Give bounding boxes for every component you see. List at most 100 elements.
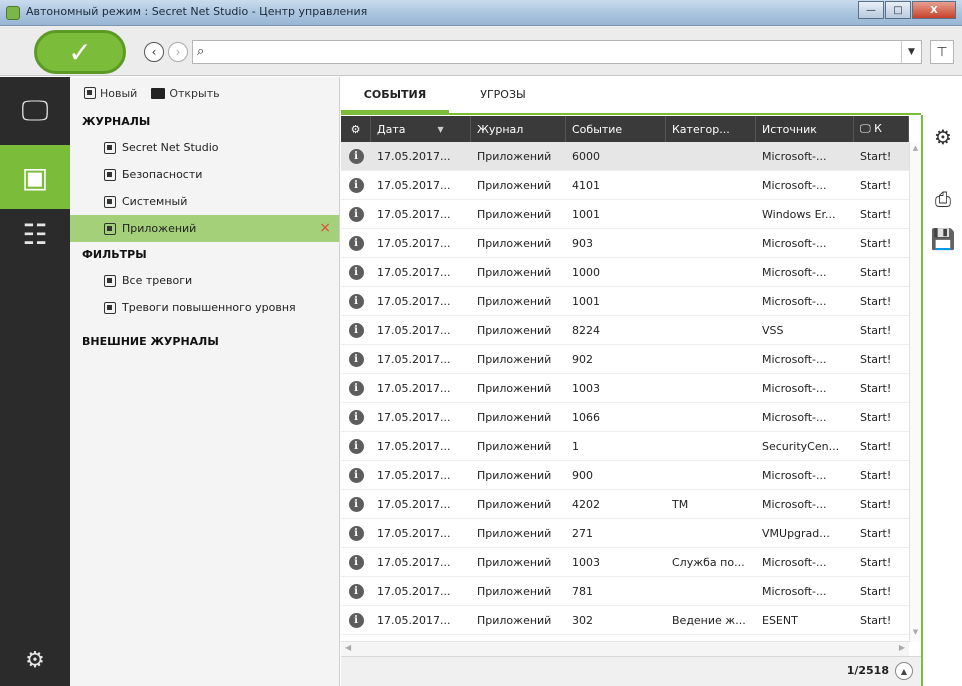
info-icon-cell: i: [341, 490, 371, 518]
minimize-button[interactable]: —: [858, 1, 884, 19]
column-header-computer[interactable]: 🖵 К: [854, 116, 909, 142]
app-icon: [6, 6, 20, 20]
column-header-category[interactable]: Категор...: [666, 116, 756, 142]
table-row[interactable]: i 17.05.2017... Приложений 902 Microsoft-...…: [341, 345, 909, 374]
search-input[interactable]: [215, 43, 895, 61]
tree-item-system[interactable]: Системный: [70, 188, 339, 215]
cell-source: VMUpgrad...: [762, 526, 830, 540]
info-icon: i: [348, 380, 364, 396]
cell-computer: Start!: [860, 352, 892, 366]
table-row[interactable]: i 17.05.2017... Приложений 1003 Microsoft-..…: [341, 374, 909, 403]
info-icon: i: [348, 467, 364, 483]
cell-category: [666, 200, 756, 228]
info-icon: i: [348, 293, 364, 309]
apply-button[interactable]: ✓: [34, 30, 126, 74]
column-header-source[interactable]: Источник: [756, 116, 854, 142]
journal-icon[interactable]: ▣: [0, 145, 70, 209]
info-icon-cell: i: [341, 519, 371, 547]
cell-event: 1: [572, 439, 579, 453]
chevron-down-icon[interactable]: ▼: [901, 41, 921, 63]
table-row[interactable]: i 17.05.2017... Приложений 900 Microsoft-...…: [341, 461, 909, 490]
table-row[interactable]: i 17.05.2017... Приложений 4101 Microsoft-..…: [341, 171, 909, 200]
cell-computer: Start!: [860, 323, 892, 337]
cell-date: 17.05.2017...: [377, 381, 451, 395]
close-button[interactable]: X: [912, 1, 956, 19]
cell-source: ESENT: [762, 613, 798, 627]
cell-journal: Приложений: [477, 468, 552, 482]
cell-journal: Приложений: [477, 323, 552, 337]
cell-category: [666, 142, 756, 170]
table-row[interactable]: i 17.05.2017... Приложений 1066 Microsoft-..…: [341, 403, 909, 432]
cell-computer: Start!: [860, 555, 892, 569]
scroll-right-icon[interactable]: ▶: [899, 643, 905, 652]
maximize-button[interactable]: □: [885, 1, 911, 19]
table-row[interactable]: i 17.05.2017... Приложений 1 SecurityCen... S…: [341, 432, 909, 461]
cell-source: Microsoft-...: [762, 294, 827, 308]
tree-item-high-alerts[interactable]: Тревоги повышенного уровня: [70, 294, 339, 321]
filter-button[interactable]: ⊤: [930, 40, 954, 64]
column-header-event[interactable]: Событие: [566, 116, 666, 142]
tree-item-label: Безопасности: [122, 168, 203, 181]
column-header-journal[interactable]: Журнал: [471, 116, 566, 142]
tree-item-applications[interactable]: Приложений ×: [70, 215, 339, 242]
table-row[interactable]: i 17.05.2017... Приложений 271 VMUpgrad... St…: [341, 519, 909, 548]
info-icon-cell: i: [341, 374, 371, 402]
table-row[interactable]: i 17.05.2017... Приложений 8224 VSS Start!: [341, 316, 909, 345]
table-row[interactable]: i 17.05.2017... Приложений 1001 Windows Er..…: [341, 200, 909, 229]
cell-source: Microsoft-...: [762, 555, 827, 569]
external-journals-header[interactable]: ВНЕШНИЕ ЖУРНАЛЫ: [70, 329, 339, 354]
monitor-icon[interactable]: 🖵: [0, 77, 70, 145]
cell-category: Ведение ж...: [672, 613, 746, 627]
tree-item-all-alerts[interactable]: Все тревоги: [70, 267, 339, 294]
cell-journal: Приложений: [477, 149, 552, 163]
new-button[interactable]: Новый: [84, 87, 137, 100]
table-row[interactable]: i 17.05.2017... Приложений 903 Microsoft-...…: [341, 229, 909, 258]
tree-item-security[interactable]: Безопасности: [70, 161, 339, 188]
settings-icon[interactable]: ⚙: [929, 123, 957, 151]
cell-event: 1000: [572, 265, 600, 279]
forward-button[interactable]: ›: [168, 42, 188, 62]
scroll-left-icon[interactable]: ◀: [345, 643, 351, 652]
table-row[interactable]: i 17.05.2017... Приложений 6000 Microsoft-..…: [341, 142, 909, 171]
cell-date: 17.05.2017...: [377, 468, 451, 482]
status-bar: 1/2518 ▲: [341, 656, 921, 686]
scroll-up-icon[interactable]: ▲: [910, 144, 921, 156]
cell-event: 1003: [572, 381, 600, 395]
cell-computer: Start!: [860, 149, 892, 163]
cell-journal: Приложений: [477, 294, 552, 308]
table-row[interactable]: i 17.05.2017... Приложений 4202 TM Microsoft-…: [341, 490, 909, 519]
cell-category: [666, 229, 756, 257]
table-row[interactable]: i 17.05.2017... Приложений 1003 Служба по...…: [341, 548, 909, 577]
devices-icon[interactable]: ☷: [0, 209, 70, 259]
cell-date: 17.05.2017...: [377, 439, 451, 453]
close-icon[interactable]: ×: [319, 215, 331, 242]
journal-icon: [104, 141, 116, 154]
nav-rail: 🖵 ▣ ☷ ⚙: [0, 77, 70, 686]
tree-item-secret-net-studio[interactable]: Secret Net Studio: [70, 134, 339, 161]
horizontal-scrollbar[interactable]: ◀ ▶: [341, 641, 909, 656]
scroll-down-icon[interactable]: ▼: [910, 628, 921, 640]
cell-date: 17.05.2017...: [377, 352, 451, 366]
print-icon[interactable]: ⎙: [929, 185, 957, 213]
cell-date: 17.05.2017...: [377, 526, 451, 540]
tab-events[interactable]: СОБЫТИЯ: [341, 77, 449, 113]
tree-item-label: Системный: [122, 195, 188, 208]
table-row[interactable]: i 17.05.2017... Приложений 781 Microsoft-...…: [341, 577, 909, 606]
table-row[interactable]: i 17.05.2017... Приложений 1000 Microsoft-..…: [341, 258, 909, 287]
table-row[interactable]: i 17.05.2017... Приложений 302 Ведение ж... E…: [341, 606, 909, 635]
new-label: Новый: [100, 86, 138, 100]
settings-icon[interactable]: ⚙: [0, 637, 70, 683]
column-header-date[interactable]: Дата ▼: [371, 116, 471, 142]
info-icon-cell: i: [341, 577, 371, 605]
table-row[interactable]: i 17.05.2017... Приложений 1001 Microsoft-..…: [341, 287, 909, 316]
scroll-top-button[interactable]: ▲: [895, 662, 913, 680]
tab-threats[interactable]: УГРОЗЫ: [449, 77, 557, 113]
save-icon[interactable]: 💾: [929, 225, 957, 253]
open-button[interactable]: Открыть: [151, 87, 220, 100]
info-icon: i: [348, 409, 364, 425]
info-icon-cell: i: [341, 142, 371, 170]
column-settings-icon[interactable]: ⚙: [341, 116, 371, 142]
vertical-scrollbar[interactable]: ▲ ▼: [909, 142, 921, 642]
cell-source: Microsoft-...: [762, 178, 827, 192]
back-button[interactable]: ‹: [144, 42, 164, 62]
